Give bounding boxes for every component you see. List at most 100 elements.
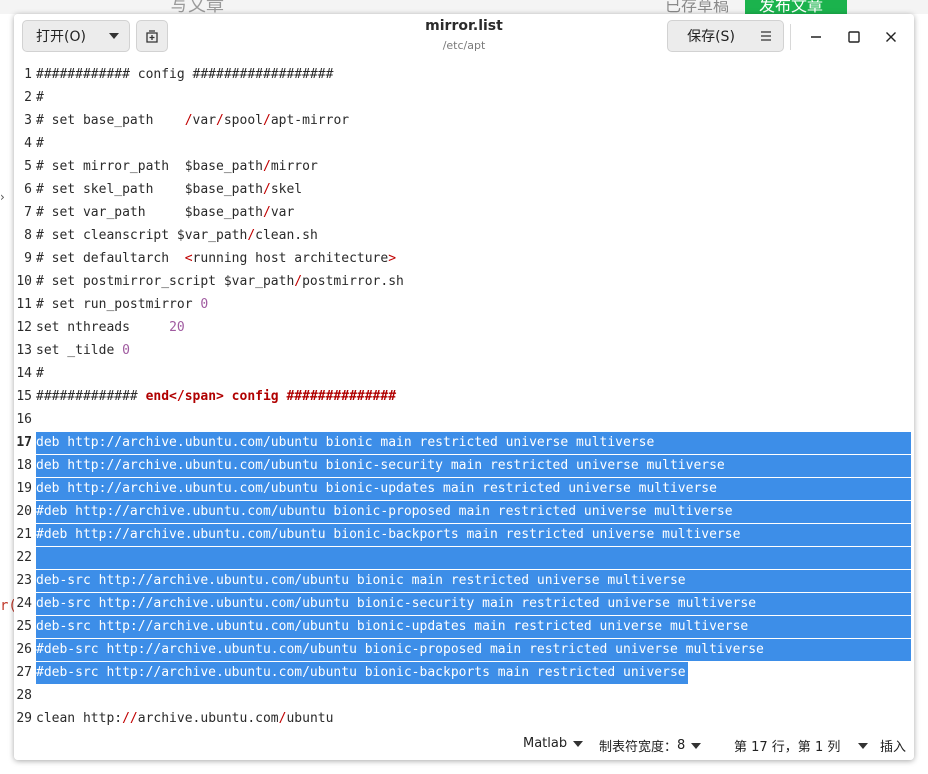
code-text: set _tilde 0 xyxy=(36,343,130,358)
code-text: # set cleanscript $var_path/clean.sh xyxy=(36,228,318,243)
line-number: 27 xyxy=(16,665,32,680)
titlebar: 打开(O) mirror.list /etc/apt 保存(S) xyxy=(14,14,914,60)
editor-line[interactable]: 22 xyxy=(14,546,914,569)
line-number: 19 xyxy=(16,481,32,496)
editor-line[interactable]: 29 clean http://archive.ubuntu.com/ubuntu xyxy=(14,707,914,730)
code-text: # set run_postmirror 0 xyxy=(36,297,209,312)
code-text: deb-src http://archive.ubuntu.com/ubuntu… xyxy=(36,596,757,611)
close-icon xyxy=(886,32,896,42)
line-number: 1 xyxy=(24,67,32,82)
selection-highlight xyxy=(36,547,911,569)
hamburger-menu-icon xyxy=(760,31,771,41)
line-number: 28 xyxy=(16,688,32,703)
maximize-icon xyxy=(848,31,860,43)
chevron-down-icon xyxy=(573,740,584,747)
cursor-position-selector[interactable]: 第 17 行，第 1 列 xyxy=(734,736,869,755)
cursor-position: 第 17 行，第 1 列 xyxy=(734,740,841,755)
editor-line[interactable]: 17 deb http://archive.ubuntu.com/ubuntu b… xyxy=(14,431,914,454)
chevron-down-icon xyxy=(691,742,702,749)
code-text: # set mirror_path $base_path/mirror xyxy=(36,159,318,174)
editor-line[interactable]: 28 xyxy=(14,684,914,707)
editor-line[interactable]: 13 set _tilde 0 xyxy=(14,339,914,362)
code-text: # set postmirror_script $var_path/postmi… xyxy=(36,274,404,289)
line-number: 13 xyxy=(16,343,32,358)
editor-line[interactable]: 24 deb-src http://archive.ubuntu.com/ubun… xyxy=(14,592,914,615)
editor-line[interactable]: 14 # xyxy=(14,362,914,385)
line-number: 12 xyxy=(16,320,32,335)
background-header: 写文章 已存草稿 发布文章 xyxy=(0,0,928,16)
editor-line[interactable]: 15 ############# end</span> config ######… xyxy=(14,385,914,408)
line-number: 23 xyxy=(16,573,32,588)
line-number: 3 xyxy=(24,113,32,128)
maximize-button[interactable] xyxy=(843,26,865,48)
code-text: deb http://archive.ubuntu.com/ubuntu bio… xyxy=(36,458,725,473)
save-button-label: 保存(S) xyxy=(687,29,735,45)
line-number: 2 xyxy=(24,90,32,105)
line-number: 11 xyxy=(16,297,32,312)
line-number: 29 xyxy=(16,711,32,726)
editor-line[interactable]: 8 # set cleanscript $var_path/clean.sh xyxy=(14,224,914,247)
editor-line[interactable]: 6 # set skel_path $base_path/skel xyxy=(14,178,914,201)
code-text: #deb http://archive.ubuntu.com/ubuntu bi… xyxy=(36,527,741,542)
code-text: ############ config ################## xyxy=(36,67,334,82)
code-text: # xyxy=(36,366,44,381)
editor-line[interactable]: 2 # xyxy=(14,86,914,109)
tab-width-selector[interactable]: 制表符宽度： 8 xyxy=(599,736,702,755)
editor-line[interactable]: 23 deb-src http://archive.ubuntu.com/ubun… xyxy=(14,569,914,592)
editor-line[interactable]: 19 deb http://archive.ubuntu.com/ubuntu b… xyxy=(14,477,914,500)
minimize-button[interactable] xyxy=(805,26,827,48)
editor-line[interactable]: 16 xyxy=(14,408,914,431)
editor-line[interactable]: 18 deb http://archive.ubuntu.com/ubuntu b… xyxy=(14,454,914,477)
line-number: 7 xyxy=(24,205,32,220)
editor-line[interactable]: 21 #deb http://archive.ubuntu.com/ubuntu … xyxy=(14,523,914,546)
editor-line[interactable]: 12 set nthreads 20 xyxy=(14,316,914,339)
menu-button[interactable] xyxy=(748,20,784,52)
editor-line[interactable]: 10 # set postmirror_script $var_path/post… xyxy=(14,270,914,293)
line-number: 9 xyxy=(24,251,32,266)
tab-width-value: 8 xyxy=(677,738,686,753)
code-text: # set base_path /var/spool/apt-mirror xyxy=(36,113,350,128)
editor-line[interactable]: 7 # set var_path $base_path/var xyxy=(14,201,914,224)
code-text: # set defaultarch <running host architec… xyxy=(36,251,397,266)
background-publish-button[interactable]: 发布文章 xyxy=(745,0,847,15)
line-number: 16 xyxy=(16,412,32,427)
code-text: # set var_path $base_path/var xyxy=(36,205,295,220)
line-number: 18 xyxy=(16,458,32,473)
code-text: deb-src http://archive.ubuntu.com/ubuntu… xyxy=(36,619,749,634)
editor-line[interactable]: 4 # xyxy=(14,132,914,155)
editor-line[interactable]: 20 #deb http://archive.ubuntu.com/ubuntu … xyxy=(14,500,914,523)
code-text: deb http://archive.ubuntu.com/ubuntu bio… xyxy=(36,481,717,496)
code-text: # xyxy=(36,90,44,105)
line-number: 25 xyxy=(16,619,32,634)
editor-line[interactable]: 27 #deb-src http://archive.ubuntu.com/ubu… xyxy=(14,661,914,684)
editor-line[interactable]: 26 #deb-src http://archive.ubuntu.com/ubu… xyxy=(14,638,914,661)
line-number: 10 xyxy=(16,274,32,289)
editor-line[interactable]: 5 # set mirror_path $base_path/mirror xyxy=(14,155,914,178)
code-text: clean http://archive.ubuntu.com/ubuntu xyxy=(36,711,334,726)
language-selector[interactable]: Matlab xyxy=(523,736,584,751)
chevron-down-icon xyxy=(858,742,869,749)
editor-line[interactable]: 3 # set base_path /var/spool/apt-mirror xyxy=(14,109,914,132)
editor-line[interactable]: 1 ############ config ################## xyxy=(14,63,914,86)
language-label: Matlab xyxy=(523,736,568,751)
code-text: #deb-src http://archive.ubuntu.com/ubunt… xyxy=(36,642,764,657)
line-number: 5 xyxy=(24,159,32,174)
line-number: 22 xyxy=(16,550,32,565)
editor-line[interactable]: 25 deb-src http://archive.ubuntu.com/ubun… xyxy=(14,615,914,638)
editor-text-area[interactable]: 1 ############ config ################## 2… xyxy=(14,60,914,728)
close-button[interactable] xyxy=(880,26,902,48)
editor-line[interactable]: 11 # set run_postmirror 0 xyxy=(14,293,914,316)
line-number: 24 xyxy=(16,596,32,611)
insert-mode-toggle[interactable]: 插入 xyxy=(880,736,906,755)
minimize-icon xyxy=(811,36,821,38)
line-number: 6 xyxy=(24,182,32,197)
code-text: #deb-src http://archive.ubuntu.com/ubunt… xyxy=(36,665,772,680)
editor-line[interactable]: 9 # set defaultarch <running host archite… xyxy=(14,247,914,270)
insert-mode-label: 插入 xyxy=(880,740,907,755)
tab-width-label: 制表符宽度： xyxy=(599,740,678,755)
line-number: 21 xyxy=(16,527,32,542)
code-text: set nthreads 20 xyxy=(36,320,185,335)
line-number: 8 xyxy=(24,228,32,243)
save-button[interactable]: 保存(S) xyxy=(667,20,755,52)
line-number: 26 xyxy=(16,642,32,657)
